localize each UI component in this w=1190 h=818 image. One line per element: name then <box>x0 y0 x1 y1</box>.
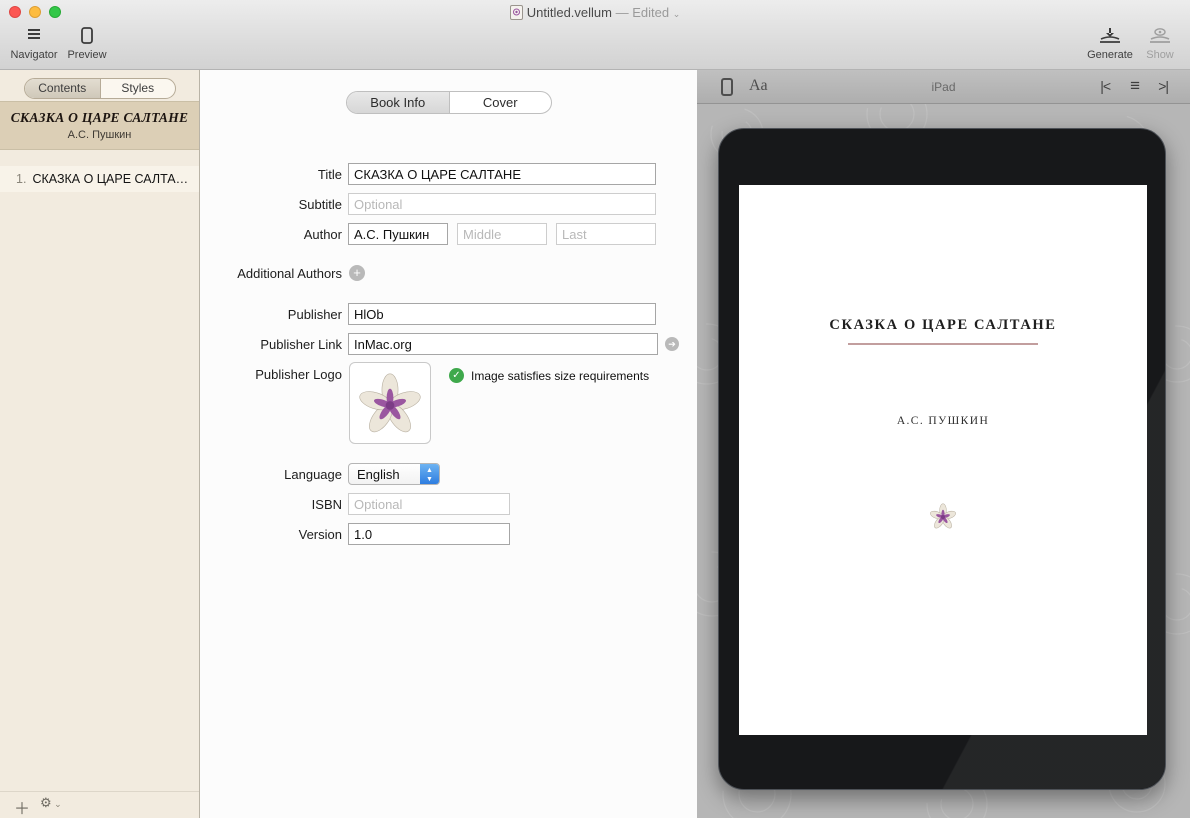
page-list-icon[interactable]: ≡ <box>1130 76 1140 96</box>
show-button: Show <box>1142 27 1178 61</box>
tab-contents[interactable]: Contents <box>25 79 101 98</box>
window-title: Untitled.vellum — Edited ⌄ <box>0 5 1190 23</box>
tab-styles[interactable]: Styles <box>101 79 176 98</box>
isbn-input[interactable] <box>348 493 510 515</box>
author-first-input[interactable] <box>348 223 448 245</box>
author-last-input[interactable] <box>556 223 656 245</box>
publisher-link-input[interactable] <box>348 333 658 355</box>
app-window: Untitled.vellum — Edited ⌄ Navigator Pre… <box>0 0 1190 818</box>
gear-menu-button[interactable]: ⚙ ⌄ <box>40 795 62 811</box>
document-title: Untitled.vellum <box>527 5 612 20</box>
author-middle-input[interactable] <box>457 223 547 245</box>
sidebar-tab-bar: Contents Styles <box>24 78 176 99</box>
ipad-screen[interactable]: СКАЗКА О ЦАРЕ САЛТАНЕ А.С. ПУШКИН <box>739 185 1147 735</box>
isbn-label: ISBN <box>200 497 342 512</box>
tab-cover[interactable]: Cover <box>450 92 552 113</box>
publisher-logo-label: Publisher Logo <box>200 367 342 382</box>
add-chapter-button[interactable]: ＋ <box>14 795 30 818</box>
page-book-author: А.С. ПУШКИН <box>739 415 1147 427</box>
publisher-link-label: Publisher Link <box>200 337 342 352</box>
document-icon <box>510 5 523 23</box>
title-label: Title <box>200 167 342 182</box>
author-label: Author <box>200 227 342 242</box>
tab-book-info[interactable]: Book Info <box>347 92 450 113</box>
show-icon <box>1142 27 1178 47</box>
language-select[interactable]: English ▲▼ <box>348 463 440 485</box>
go-last-page-icon[interactable]: >| <box>1158 78 1168 94</box>
book-info-panel: Book Info Cover Title Subtitle Author Ad… <box>200 70 697 818</box>
generate-icon <box>1083 27 1137 47</box>
ipad-device-frame: СКАЗКА О ЦАРЕ САЛТАНЕ А.С. ПУШКИН <box>718 128 1166 790</box>
chapter-title: СКАЗКА О ЦАРЕ САЛТА… <box>32 172 188 186</box>
book-header[interactable]: СКАЗКА О ЦАРЕ САЛТАНЕ А.С. Пушкин <box>0 101 199 150</box>
preview-toolbar: Aa iPad |< ≡ >| <box>697 70 1190 104</box>
language-value: English <box>357 467 400 482</box>
publisher-logo-image <box>359 372 421 434</box>
sidebar-footer: ＋ ⚙ ⌄ <box>0 791 199 818</box>
sidebar: Contents Styles СКАЗКА О ЦАРЕ САЛТАНЕ А.… <box>0 70 200 818</box>
language-label: Language <box>200 467 342 482</box>
form-tab-bar: Book Info Cover <box>346 91 552 114</box>
subtitle-label: Subtitle <box>200 197 342 212</box>
preview-icon <box>64 27 110 47</box>
navigator-button[interactable]: Navigator <box>10 27 58 61</box>
chapter-number: 1. <box>16 172 26 186</box>
go-first-page-icon[interactable]: |< <box>1100 78 1110 94</box>
book-title: СКАЗКА О ЦАРЕ САЛТАНЕ <box>0 110 199 126</box>
page-book-title: СКАЗКА О ЦАРЕ САЛТАНЕ <box>739 317 1147 334</box>
publisher-label: Publisher <box>200 307 342 322</box>
version-label: Version <box>200 527 342 542</box>
book-author: А.С. Пушкин <box>0 129 199 141</box>
title-chevron-icon[interactable]: ⌄ <box>673 9 681 19</box>
generate-button[interactable]: Generate <box>1083 27 1137 61</box>
edited-label[interactable]: Edited <box>632 5 669 20</box>
device-name: iPad <box>697 80 1190 94</box>
check-icon: ✓ <box>449 368 464 383</box>
select-stepper-icon: ▲▼ <box>420 464 439 484</box>
version-input[interactable] <box>348 523 510 545</box>
toolbar: Untitled.vellum — Edited ⌄ Navigator Pre… <box>0 0 1190 70</box>
navigator-icon <box>10 27 58 47</box>
preview-button[interactable]: Preview <box>64 27 110 61</box>
title-rule <box>848 343 1038 345</box>
chapter-list-item[interactable]: 1. СКАЗКА О ЦАРЕ САЛТА… <box>0 166 199 192</box>
open-link-button[interactable]: ➔ <box>665 337 679 351</box>
add-author-button[interactable]: + <box>349 265 365 281</box>
publisher-logo-well[interactable] <box>349 362 431 444</box>
subtitle-input[interactable] <box>348 193 656 215</box>
additional-authors-label: Additional Authors <box>182 266 342 281</box>
page-publisher-logo <box>739 503 1147 529</box>
logo-status-text: Image satisfies size requirements <box>471 369 649 383</box>
preview-panel: Aa iPad |< ≡ >| СКАЗКА О ЦАР <box>697 70 1190 818</box>
publisher-input[interactable] <box>348 303 656 325</box>
title-input[interactable] <box>348 163 656 185</box>
